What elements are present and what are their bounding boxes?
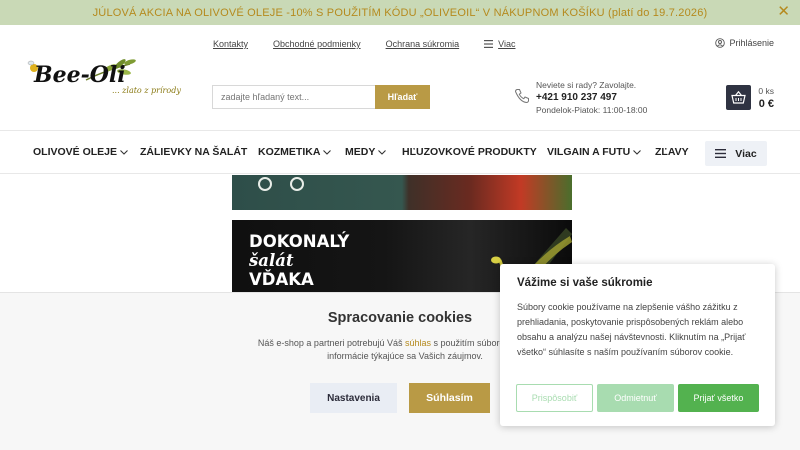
nav-item-olivove-oleje[interactable]: OLIVOVÉ OLEJE xyxy=(33,146,128,158)
nav-item-zalievky[interactable]: ZÁLIEVKY NA ŠALÁT xyxy=(140,146,247,158)
nav-item-hluzovkove-produkty[interactable]: HĽUZOVKOVÉ PRODUKTY xyxy=(402,146,537,158)
top-more-label: Viac xyxy=(498,39,516,49)
cart-count: 0 ks xyxy=(758,86,774,96)
promo-banner-image[interactable] xyxy=(232,175,572,210)
nav-item-label: ZĽAVY xyxy=(655,146,689,158)
chevron-down-icon xyxy=(633,149,642,155)
nav-item-zlavy[interactable]: ZĽAVY xyxy=(655,146,689,158)
nav-item-label: OLIVOVÉ OLEJE xyxy=(33,146,118,158)
nav-item-label: HĽUZOVKOVÉ PRODUKTY xyxy=(402,146,537,158)
logo-name: Bee-Oli xyxy=(34,62,126,88)
top-more-link[interactable]: Viac xyxy=(484,39,515,49)
contact-hours: Pondelok-Piatok: 11:00-18:00 xyxy=(536,105,648,115)
chevron-down-icon xyxy=(323,149,332,155)
nav-item-label: MEDY xyxy=(345,146,376,158)
link-ochrana-sukromia[interactable]: Ochrana súkromia xyxy=(386,39,460,49)
search-input[interactable] xyxy=(212,85,375,109)
link-kontakty[interactable]: Kontakty xyxy=(213,39,248,49)
nav-item-kozmetika[interactable]: KOZMETIKA xyxy=(258,146,332,158)
nav-item-label: ZÁLIEVKY NA ŠALÁT xyxy=(140,146,248,158)
accept-all-button[interactable]: Prijať všetko xyxy=(678,384,759,412)
privacy-text: Súbory cookie používame na zlepšenie váš… xyxy=(517,302,746,357)
cart-summary[interactable]: 0 ks 0 € xyxy=(758,86,774,110)
site-logo[interactable]: Bee-Oli ... zlato z prírody xyxy=(26,58,188,102)
nav-more-label: Viac xyxy=(735,147,757,160)
login-label: Prihlásenie xyxy=(729,38,774,48)
user-icon xyxy=(715,38,726,48)
logo-tagline: ... zlato z prírody xyxy=(112,86,181,95)
reject-button[interactable]: Odmietnuť xyxy=(597,384,674,412)
privacy-title: Vážime si vaše súkromie xyxy=(517,277,653,289)
chevron-down-icon xyxy=(378,149,387,155)
phone-icon xyxy=(514,89,529,104)
top-links: Kontakty Obchodné podmienky Ochrana súkr… xyxy=(213,39,515,49)
cookie-accept-button[interactable]: Súhlasím xyxy=(409,383,490,413)
contact-prompt: Neviete si rady? Zavolajte. xyxy=(536,80,637,90)
menu-icon xyxy=(715,149,727,158)
cart-total: 0 € xyxy=(758,98,774,110)
cookie-settings-button[interactable]: Nastavenia xyxy=(310,383,397,413)
cart-button[interactable] xyxy=(726,85,751,110)
nav-more-button[interactable]: Viac xyxy=(705,141,767,166)
search-button[interactable]: Hľadať xyxy=(375,85,430,109)
nav-item-label: VILGAIN A FUTU xyxy=(547,146,631,158)
contact-phone[interactable]: +421 910 237 497 xyxy=(536,92,676,103)
link-obchodne-podmienky[interactable]: Obchodné podmienky xyxy=(273,39,361,49)
banner-headline: DOKONALÝ šalát VĎAKA xyxy=(249,232,350,289)
main-navigation: OLIVOVÉ OLEJE ZÁLIEVKY NA ŠALÁT KOZMETIK… xyxy=(0,130,800,174)
nav-item-label: KOZMETIKA xyxy=(258,146,321,158)
menu-icon xyxy=(484,40,494,48)
nav-item-medy[interactable]: MEDY xyxy=(345,146,387,158)
customize-button[interactable]: Prispôsobiť xyxy=(516,384,593,412)
close-icon[interactable]: ✕ xyxy=(777,4,790,20)
nav-item-vilgain-a-futu[interactable]: VILGAIN A FUTU xyxy=(547,146,642,158)
consent-link[interactable]: súhlas xyxy=(405,338,431,348)
login-link[interactable]: Prihlásenie xyxy=(715,38,774,48)
promo-bar: JÚLOVÁ AKCIA NA OLIVOVÉ OLEJE -10% S POU… xyxy=(0,0,800,25)
basket-icon xyxy=(731,91,746,104)
search-form: Hľadať xyxy=(212,85,430,109)
privacy-dialog: Vážime si vaše súkromie Súbory cookie po… xyxy=(500,264,775,426)
chevron-down-icon xyxy=(120,149,128,155)
promo-text: JÚLOVÁ AKCIA NA OLIVOVÉ OLEJE -10% S POU… xyxy=(92,6,708,19)
